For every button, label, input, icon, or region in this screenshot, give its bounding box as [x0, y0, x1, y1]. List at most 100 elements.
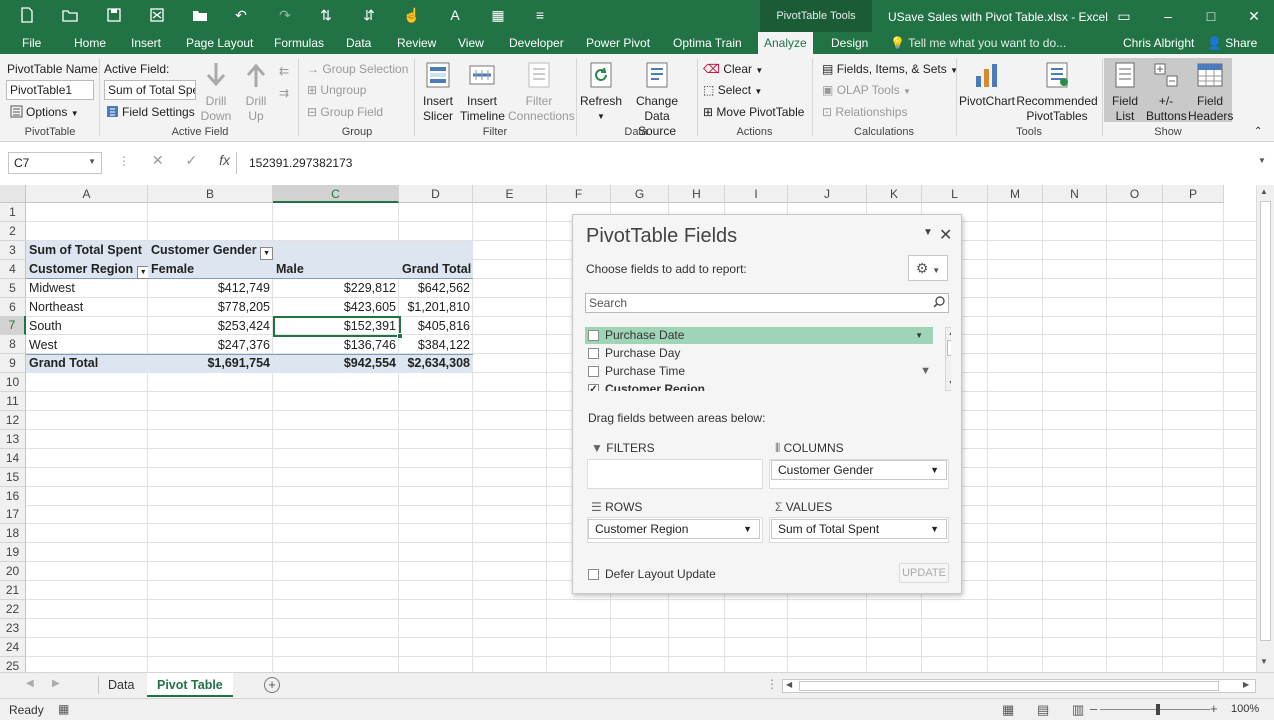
pivot-cell[interactable]: $1,201,810: [399, 298, 473, 317]
pivotchart-button[interactable]: PivotChart: [958, 60, 1016, 109]
row-header-19[interactable]: 19: [0, 543, 26, 563]
pivot-cell[interactable]: $412,749: [148, 279, 273, 298]
scroll-up-icon[interactable]: ▲: [948, 330, 951, 337]
row-header-21[interactable]: 21: [0, 581, 26, 600]
pivot-row-field[interactable]: Customer Region ▼: [26, 260, 148, 279]
scroll-left-icon[interactable]: ◀: [786, 680, 792, 689]
column-header-o[interactable]: O: [1107, 185, 1163, 203]
column-header-n[interactable]: N: [1043, 185, 1107, 203]
fields-items-sets-button[interactable]: ▤ Fields, Items, & Sets ▼: [822, 62, 958, 76]
filter-dropdown-icon[interactable]: ▼: [260, 247, 273, 260]
field-list-scrollbar[interactable]: ▲ ▼: [945, 327, 951, 391]
buttons-toggle[interactable]: +/- Buttons: [1146, 60, 1187, 124]
scroll-thumb[interactable]: [799, 681, 1219, 691]
save-icon[interactable]: [103, 4, 125, 26]
pivottable-name-input[interactable]: PivotTable1: [6, 80, 94, 100]
folder-icon[interactable]: [189, 4, 211, 26]
move-pivottable-button[interactable]: ⊞ Move PivotTable: [703, 105, 804, 119]
zoom-out-icon[interactable]: –: [1090, 701, 1097, 716]
fill-handle[interactable]: [397, 333, 403, 339]
row-header-14[interactable]: 14: [0, 448, 26, 468]
row-header-17[interactable]: 17: [0, 505, 26, 525]
minimize-icon[interactable]: –: [1156, 6, 1180, 26]
row-header-9[interactable]: 9: [0, 354, 26, 374]
close-icon[interactable]: ✕: [1242, 6, 1266, 26]
more-options-icon[interactable]: ⋮: [766, 677, 778, 691]
workbook-icon[interactable]: [146, 4, 168, 26]
ungroup-button[interactable]: ⊞ Ungroup: [307, 83, 366, 97]
add-sheet-icon[interactable]: +: [264, 677, 280, 693]
clear-button[interactable]: ⌫ Clear ▼: [703, 62, 763, 76]
column-header-f[interactable]: F: [547, 185, 611, 203]
row-header-18[interactable]: 18: [0, 524, 26, 544]
defer-layout-option[interactable]: Defer Layout Update: [588, 567, 716, 581]
row-header-7[interactable]: 7: [0, 316, 26, 336]
zoom-level[interactable]: 100%: [1231, 703, 1259, 715]
column-header-h[interactable]: H: [669, 185, 725, 203]
pivot-cell[interactable]: $778,205: [148, 298, 273, 317]
chevron-down-icon[interactable]: ▼: [743, 520, 752, 538]
collapse-ribbon-icon[interactable]: ⌃: [1254, 126, 1262, 137]
select-all-corner[interactable]: [0, 185, 26, 203]
row-header-8[interactable]: 8: [0, 335, 26, 355]
row-header-15[interactable]: 15: [0, 467, 26, 487]
enter-icon[interactable]: ✓: [186, 152, 198, 168]
tab-review[interactable]: Review: [391, 32, 442, 54]
field-checkbox-checked[interactable]: ✓: [588, 384, 599, 391]
row-header-10[interactable]: 10: [0, 373, 26, 393]
tab-analyze[interactable]: Analyze: [758, 32, 813, 54]
zoom-slider[interactable]: [1100, 709, 1210, 710]
tell-me-box[interactable]: 💡 Tell me what you want to do...: [890, 32, 1066, 54]
column-header-e[interactable]: E: [473, 185, 547, 203]
scroll-up-icon[interactable]: ▲: [1260, 187, 1268, 196]
pivot-row-label[interactable]: South: [26, 317, 148, 336]
options-button[interactable]: Options ▼: [10, 105, 79, 119]
chevron-down-icon[interactable]: ▼: [930, 520, 939, 538]
tab-formulas[interactable]: Formulas: [268, 32, 330, 54]
pivot-grand-total-label[interactable]: Grand Total: [26, 354, 148, 373]
group-field-button[interactable]: ⊟ Group Field: [307, 105, 383, 119]
defer-checkbox[interactable]: [588, 569, 599, 580]
rows-field-pill[interactable]: Customer Region ▼: [588, 519, 760, 539]
search-icon[interactable]: [932, 295, 946, 309]
scroll-left-icon[interactable]: ◀: [26, 678, 34, 689]
pivot-row-label[interactable]: West: [26, 336, 148, 355]
pivot-cell[interactable]: $384,122: [399, 336, 473, 355]
drill-down-button[interactable]: Drill Down: [200, 60, 232, 124]
column-header-m[interactable]: M: [988, 185, 1043, 203]
column-header-a[interactable]: A: [26, 185, 148, 203]
tab-view[interactable]: View: [452, 32, 490, 54]
sheet-tab-pivot-table[interactable]: Pivot Table: [147, 673, 233, 697]
pivot-values-label[interactable]: Sum of Total Spent: [26, 241, 148, 260]
page-break-view-icon[interactable]: ▥: [1072, 702, 1084, 718]
row-header-23[interactable]: 23: [0, 618, 26, 638]
row-header-5[interactable]: 5: [0, 278, 26, 298]
close-icon[interactable]: ✕: [939, 225, 952, 245]
ribbon-display-icon[interactable]: ▭: [1112, 6, 1136, 26]
tab-home[interactable]: Home: [68, 32, 112, 54]
column-header-i[interactable]: I: [725, 185, 788, 203]
page-layout-view-icon[interactable]: ▤: [1037, 702, 1049, 718]
grid-icon[interactable]: ▦: [487, 4, 509, 26]
pivot-cell[interactable]: $136,746: [273, 336, 399, 355]
column-header-g[interactable]: G: [611, 185, 669, 203]
pivot-grand-total-cell[interactable]: $1,691,754: [148, 354, 273, 373]
new-file-icon[interactable]: [16, 4, 38, 26]
field-settings-button[interactable]: Field Settings: [106, 105, 195, 119]
scroll-right-icon[interactable]: ▶: [1243, 680, 1249, 689]
columns-field-pill[interactable]: Customer Gender ▼: [771, 460, 947, 480]
pivot-col-header-male[interactable]: Male: [273, 260, 399, 279]
row-header-2[interactable]: 2: [0, 221, 26, 241]
scroll-down-icon[interactable]: ▼: [1260, 657, 1268, 666]
tab-insert[interactable]: Insert: [125, 32, 167, 54]
column-header-d[interactable]: D: [399, 185, 473, 203]
touch-mode-icon[interactable]: ☝: [401, 4, 423, 26]
vertical-scrollbar[interactable]: ▲ ▼: [1256, 185, 1274, 672]
sheet-tab-data[interactable]: Data: [98, 673, 144, 697]
column-header-p[interactable]: P: [1163, 185, 1224, 203]
zoom-slider-thumb[interactable]: [1156, 704, 1160, 715]
field-headers-button[interactable]: Field Headers: [1188, 60, 1233, 124]
column-header-c[interactable]: C: [273, 185, 399, 203]
open-folder-icon[interactable]: [59, 4, 81, 26]
tab-design[interactable]: Design: [825, 32, 874, 54]
